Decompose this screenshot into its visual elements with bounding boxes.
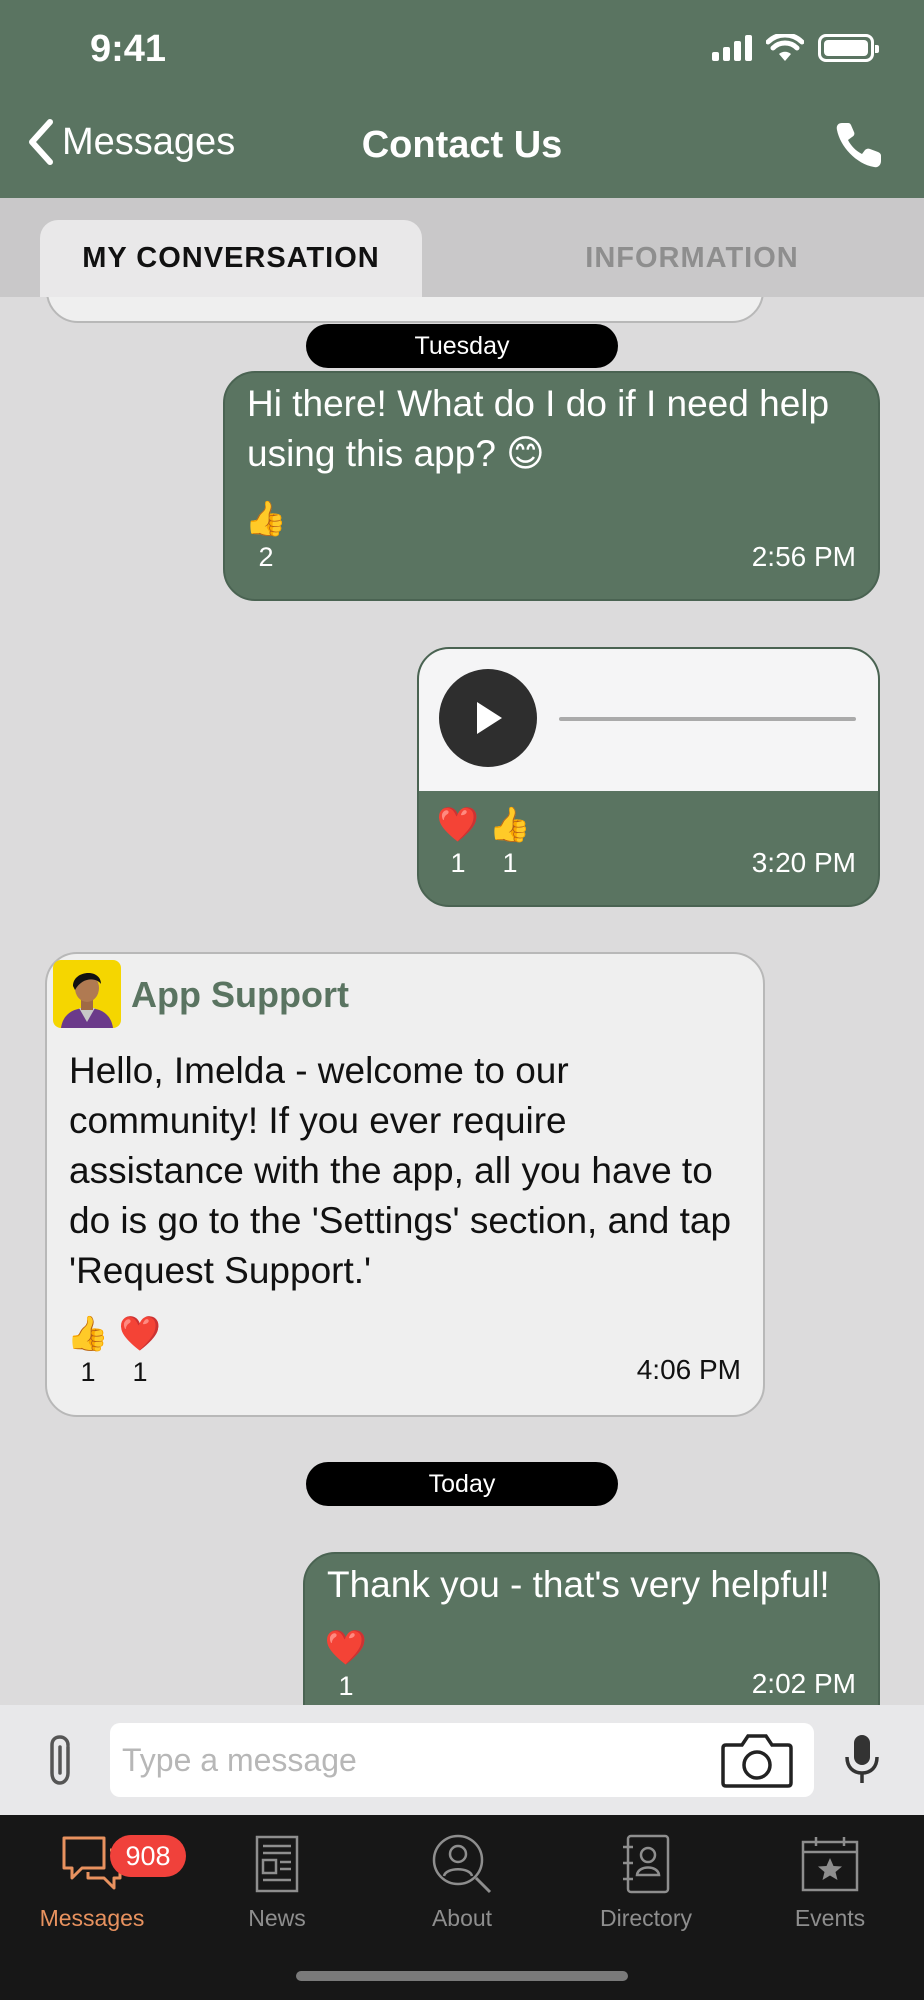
tab-information[interactable]: INFORMATION	[540, 220, 844, 297]
calendar-star-icon	[801, 1837, 859, 1892]
newspaper-icon	[255, 1835, 299, 1893]
reaction-thumbs-up[interactable]: 👍 2	[244, 499, 288, 575]
paperclip-icon	[50, 1735, 70, 1785]
reaction-heart[interactable]: ❤️ 1	[118, 1314, 162, 1390]
home-indicator	[296, 1971, 628, 1981]
outgoing-audio-message[interactable]: ❤️ 1 👍 1 3:20 PM	[417, 647, 880, 907]
tabbar-item-news[interactable]: News	[185, 1829, 369, 1939]
tabbar-label: Messages	[39, 1905, 145, 1931]
message-time: 4:06 PM	[636, 1354, 741, 1385]
camera-icon	[721, 1734, 793, 1788]
avatar[interactable]	[53, 960, 121, 1028]
thumbs-up-icon: 👍	[66, 1315, 110, 1353]
battery-icon	[818, 34, 879, 62]
composer-bar	[0, 1705, 924, 1815]
reaction-count: 1	[502, 848, 518, 878]
about-search-person-icon	[432, 1834, 492, 1894]
reaction-thumbs-up[interactable]: 👍 1	[66, 1314, 110, 1390]
tabbar-item-directory[interactable]: Directory	[554, 1829, 738, 1939]
reactions: 👍 1 ❤️ 1	[66, 1314, 162, 1390]
reactions: ❤️ 1 👍 1	[436, 805, 532, 881]
chevron-left-icon	[29, 119, 53, 165]
thumbs-up-icon: 👍	[244, 500, 288, 538]
unread-badge: 908	[110, 1835, 186, 1877]
reactions: 👍 2	[244, 499, 288, 575]
message-text: Hi there! What do I do if I need help us…	[247, 383, 830, 474]
signal-icon	[712, 35, 752, 61]
status-icons	[712, 34, 879, 62]
message-time: 2:02 PM	[751, 1668, 856, 1699]
bottom-tab-bar: Messages 908 News About Directory Events	[0, 1815, 924, 2000]
heart-icon: ❤️	[118, 1315, 162, 1353]
thumbs-up-icon: 👍	[488, 806, 532, 844]
segment-tabs: MY CONVERSATION INFORMATION	[0, 198, 924, 297]
audio-progress-track[interactable]	[559, 717, 856, 721]
tab-my-conversation[interactable]: MY CONVERSATION	[40, 220, 422, 297]
tabbar-item-events[interactable]: Events	[738, 1829, 922, 1939]
microphone-button[interactable]	[842, 1733, 882, 1794]
outgoing-message[interactable]: Thank you - that's very helpful! ❤️ 1 2:…	[303, 1552, 880, 1705]
message-text: Thank you - that's very helpful!	[327, 1564, 830, 1605]
camera-button[interactable]	[720, 1731, 794, 1794]
reaction-heart[interactable]: ❤️ 1	[324, 1628, 368, 1704]
previous-message-bubble	[46, 297, 764, 323]
person-icon	[61, 972, 113, 1028]
play-button[interactable]	[439, 669, 537, 767]
reaction-heart[interactable]: ❤️ 1	[436, 805, 480, 881]
incoming-message[interactable]: App Support Hello, Imelda - welcome to o…	[45, 952, 765, 1417]
date-separator: Today	[306, 1462, 618, 1506]
call-button[interactable]	[834, 120, 884, 175]
tabbar-label: About	[431, 1905, 493, 1931]
reactions: ❤️ 1	[324, 1628, 368, 1704]
microphone-icon	[845, 1735, 879, 1783]
reaction-count: 1	[132, 1357, 148, 1387]
message-list[interactable]: Tuesday Hi there! What do I do if I need…	[0, 297, 924, 1705]
message-time: 3:20 PM	[751, 847, 856, 878]
back-label: Messages	[62, 120, 236, 163]
reaction-thumbs-up[interactable]: 👍 1	[488, 805, 532, 881]
message-time: 2:56 PM	[751, 541, 856, 572]
date-separator: Tuesday	[306, 324, 618, 368]
wifi-icon	[766, 34, 804, 61]
app-header: 9:41 Messages Contact Us	[0, 0, 924, 198]
heart-icon: ❤️	[436, 806, 480, 844]
heart-icon: ❤️	[324, 1629, 368, 1667]
outgoing-message[interactable]: Hi there! What do I do if I need help us…	[223, 371, 880, 601]
reaction-count: 1	[450, 848, 466, 878]
message-text: Hello, Imelda - welcome to our community…	[69, 1050, 732, 1291]
audio-player	[419, 649, 878, 791]
status-time: 9:41	[90, 28, 167, 70]
tabbar-label: Directory	[599, 1905, 692, 1931]
reaction-count: 2	[258, 542, 274, 572]
reaction-count: 1	[338, 1671, 354, 1701]
play-icon	[477, 702, 502, 734]
tabbar-label: News	[248, 1905, 306, 1931]
tabbar-item-about[interactable]: About	[370, 1829, 554, 1939]
contact-book-icon	[623, 1834, 670, 1894]
tabbar-item-messages[interactable]: Messages 908	[0, 1829, 186, 1939]
sender-name[interactable]: App Support	[131, 974, 349, 1016]
message-input[interactable]	[110, 1723, 814, 1797]
tabbar-label: Events	[794, 1905, 866, 1931]
back-button[interactable]: Messages	[26, 118, 235, 166]
reaction-count: 1	[80, 1357, 96, 1387]
phone-icon	[836, 123, 881, 168]
attach-button[interactable]	[44, 1733, 78, 1794]
